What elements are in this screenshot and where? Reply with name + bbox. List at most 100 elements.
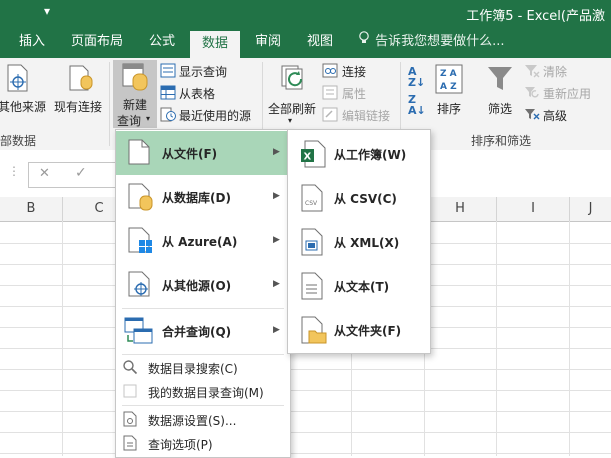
recent-sources-button[interactable]: 最近使用的源 [160,106,260,124]
submenu-item-from-xml[interactable]: 从 XML(X) [288,220,430,264]
menu-item-from-azure[interactable]: 从 Azure(A) ▶ [116,219,290,263]
catalog-queries-icon [122,383,138,402]
edit-links-button[interactable]: 编辑链接 [322,106,398,124]
submenu-arrow-icon: ▶ [273,191,280,201]
menu-item-combine-queries[interactable]: 合并查询(Q) ▶ [116,309,290,353]
from-table-button[interactable]: 从表格 [160,84,260,102]
menu-item-data-source-settings[interactable]: 数据源设置(S)... [116,408,290,430]
column-header-i[interactable]: I [497,197,570,222]
connections-icon [322,63,338,81]
other-sources-button[interactable]: 其他来源 [0,62,48,114]
catalog-search-icon [122,359,138,378]
xml-file-icon [300,228,326,259]
existing-connections-button[interactable]: 现有连接 [54,62,106,114]
sort-ascending-icon[interactable]: A Z↓ [408,66,425,88]
sort-descending-icon[interactable]: Z A↓ [408,94,426,116]
new-query-label-1: 新建 [123,98,148,112]
lightbulb-icon [358,28,371,56]
grid-line [496,221,497,456]
menu-separator [122,354,284,355]
show-queries-button[interactable]: 显示查询 [160,62,260,80]
tell-me-text: 告诉我您想要做什么... [375,34,505,49]
other-sources-icon [128,271,154,302]
grid-line [569,221,570,456]
submenu-item-label: 从 XML(X) [334,236,400,250]
csv-icon-text: CSV [305,200,318,207]
sort-button[interactable]: Z A A Z 排序 [432,62,468,118]
connections-button[interactable]: 连接 [322,62,398,80]
filter-label: 筛选 [488,102,513,116]
database-icon [128,183,154,214]
excel-workbook-icon: X [300,140,326,171]
refresh-all-button[interactable]: 全部刷新 ▾ [266,62,320,125]
grid-line [0,453,611,454]
sort-filter-group-label: 排序和筛选 [471,134,532,148]
table-icon [160,85,176,103]
new-query-menu: 从文件(F) ▶ 从数据库(D) ▶ 从 Azure(A) ▶ 从其他源(O) … [115,129,291,458]
menu-item-from-file[interactable]: 从文件(F) ▶ [116,131,290,175]
menu-item-data-catalog-search[interactable]: 数据目录搜索(C) [116,356,290,378]
tab-view[interactable]: 视图 [296,28,344,58]
tell-me-box[interactable]: 告诉我您想要做什么... [358,28,505,58]
tab-formulas[interactable]: 公式 [138,28,186,58]
properties-button[interactable]: 属性 [322,84,398,102]
grid-line [0,411,611,412]
grid-line [0,369,611,370]
submenu-item-from-csv[interactable]: CSV 从 CSV(C) [288,176,430,220]
tab-insert[interactable]: 插入 [8,28,56,58]
submenu-item-from-text[interactable]: 从文本(T) [288,264,430,308]
submenu-item-from-workbook[interactable]: X 从工作簿(W) [288,132,430,176]
window-title: 工作簿5 - Excel(产品激 [466,9,605,24]
menu-item-label: 从 Azure(A) [162,235,238,249]
sort-label: 排序 [437,102,462,116]
sort-icon: Z A A Z [435,64,463,97]
submenu-item-label: 从 CSV(C) [334,192,397,206]
advanced-filter-icon [524,107,540,125]
column-header-h[interactable]: H [424,197,497,222]
from-table-label: 从表格 [179,87,216,101]
reapply-icon [524,85,540,103]
recent-sources-label: 最近使用的源 [179,109,252,123]
enter-icon[interactable]: ✓ [75,165,87,181]
new-query-icon [121,62,149,95]
quick-access-chevron-icon[interactable]: ▾ [44,4,50,18]
submenu-arrow-icon: ▶ [273,147,280,157]
submenu-item-label: 从文件夹(F) [334,324,402,338]
cancel-icon[interactable]: ✕ [39,166,50,181]
clear-button[interactable]: 清除 [524,62,610,80]
column-header-b[interactable]: B [0,197,63,222]
menu-item-my-catalog-queries[interactable]: 我的数据目录查询(M) [116,380,290,402]
recent-sources-icon [160,107,176,125]
title-bar: ▾ 工作簿5 - Excel(产品激 [0,0,611,28]
new-query-button[interactable]: 新建 查询 ▾ [113,60,157,128]
refresh-dropdown-icon: ▾ [288,116,293,125]
svg-text:Z A: Z A [440,69,457,79]
submenu-item-from-folder[interactable]: 从文件夹(F) [288,308,430,352]
menu-item-from-database[interactable]: 从数据库(D) ▶ [116,175,290,219]
advanced-button[interactable]: 高级 [524,106,610,124]
properties-label: 属性 [342,87,367,101]
tab-page-layout[interactable]: 页面布局 [62,28,132,58]
tab-review[interactable]: 审阅 [244,28,292,58]
menu-item-query-options[interactable]: 查询选项(P) [116,432,290,454]
refresh-icon [280,64,308,97]
menu-item-label: 合并查询(Q) [162,325,232,339]
clear-filter-icon [524,63,540,81]
edit-links-icon [322,107,338,125]
new-query-dropdown-icon: ▾ [146,114,151,123]
menu-item-from-other-sources[interactable]: 从其他源(O) ▶ [116,263,290,307]
reapply-label: 重新应用 [543,87,592,101]
filter-button[interactable]: 筛选 [480,62,520,118]
folder-icon [300,316,328,347]
csv-file-icon: CSV [300,184,326,215]
column-header-j[interactable]: J [570,197,611,222]
azure-icon [128,227,154,258]
properties-icon [322,85,338,103]
menu-item-label: 从数据库(D) [162,191,231,205]
clear-label: 清除 [543,65,568,79]
menu-item-label: 从其他源(O) [162,279,232,293]
svg-text:X: X [304,152,312,163]
reapply-button[interactable]: 重新应用 [524,84,610,102]
tab-data[interactable]: 数据 [190,31,240,58]
show-queries-label: 显示查询 [179,65,228,79]
